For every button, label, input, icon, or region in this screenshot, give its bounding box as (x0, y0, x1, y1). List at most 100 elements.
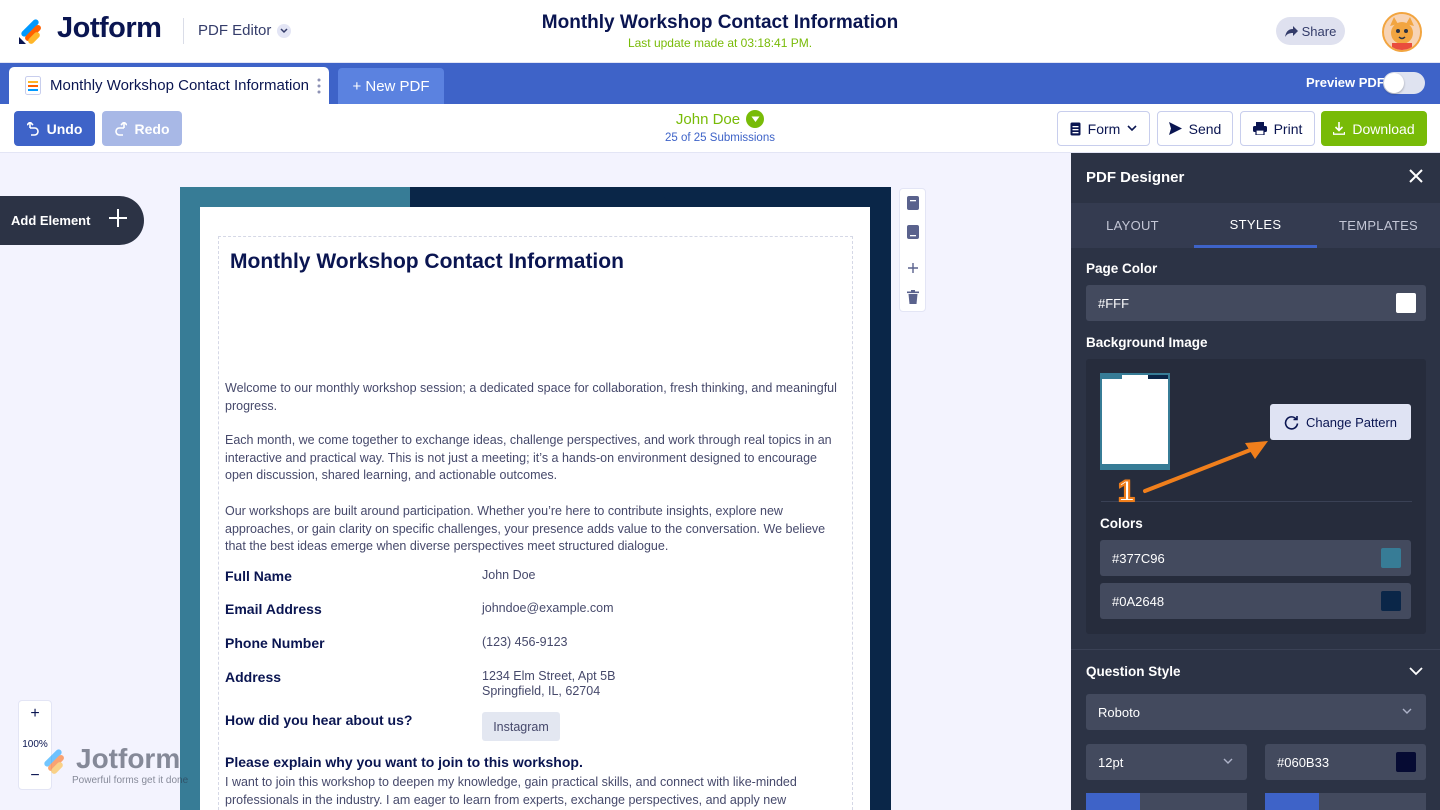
add-element-button[interactable]: Add Element (0, 196, 144, 245)
field-value-phone[interactable]: (123) 456-9123 (482, 635, 567, 650)
pattern-color-1-swatch[interactable] (1381, 548, 1401, 568)
more-options-icon[interactable] (317, 78, 321, 94)
field-label-email[interactable]: Email Address (225, 601, 322, 617)
section-divider (1071, 649, 1440, 650)
field-value-address-line1[interactable]: 1234 Elm Street, Apt 5B (482, 669, 615, 684)
page-color-field[interactable]: #FFF (1086, 285, 1426, 321)
pattern-color-2-value: #0A2648 (1112, 593, 1165, 609)
last-update-text: Last update made at 03:18:41 PM. (627, 36, 813, 50)
top-header: Jotform PDF Editor Monthly Workshop Cont… (0, 0, 1440, 63)
tab-styles[interactable]: STYLES (1194, 203, 1317, 248)
download-button[interactable]: Download (1321, 111, 1427, 146)
form-icon (1070, 122, 1081, 136)
form-label: Form (1087, 120, 1121, 137)
field-value-email[interactable]: johndoe@example.com (482, 601, 614, 616)
field-label-address[interactable]: Address (225, 669, 281, 685)
share-button[interactable]: Share (1276, 17, 1345, 45)
chevron-down-icon (1402, 708, 1412, 715)
field-label-full-name[interactable]: Full Name (225, 568, 292, 584)
download-label: Download (1352, 120, 1415, 137)
page-color-value: #FFF (1098, 295, 1130, 311)
document-tab-bar: Monthly Workshop Contact Information + N… (0, 63, 1440, 104)
designer-tabs: LAYOUT STYLES TEMPLATES (1071, 203, 1440, 248)
print-label: Print (1273, 120, 1303, 137)
tab-layout[interactable]: LAYOUT (1071, 203, 1194, 248)
share-label: Share (1301, 23, 1337, 39)
send-icon (1168, 122, 1182, 135)
zoom-in-button[interactable]: + (19, 705, 51, 723)
watermark-text: Jotform (76, 743, 181, 774)
document-title: Monthly Workshop Contact Information (541, 12, 899, 33)
page-color-label: Page Color (1086, 261, 1158, 276)
question-label[interactable]: Please explain why you want to join to t… (225, 754, 583, 770)
font-size-select[interactable]: 12pt (1086, 744, 1247, 780)
change-pattern-button[interactable]: Change Pattern (1270, 404, 1411, 440)
watermark-tagline: Powerful forms get it done (72, 775, 189, 786)
page-color-swatch[interactable] (1396, 293, 1416, 313)
chevron-down-icon (1223, 758, 1233, 765)
add-page-icon[interactable] (907, 262, 919, 274)
send-button[interactable]: Send (1157, 111, 1233, 146)
preview-pdf-toggle[interactable] (1383, 72, 1425, 94)
field-value-source-chip[interactable]: Instagram (482, 712, 560, 741)
tab-monthly-workshop[interactable]: Monthly Workshop Contact Information (9, 67, 329, 104)
align-other-buttons[interactable] (1319, 793, 1426, 810)
duplicate-page-icon[interactable] (907, 225, 919, 239)
text-color-value: #060B33 (1277, 754, 1330, 770)
question-style-label: Question Style (1086, 664, 1181, 679)
pattern-corner-right (662, 187, 891, 209)
question-answer[interactable]: I want to join this workshop to deepen m… (225, 774, 847, 810)
toggle-knob (1384, 73, 1404, 93)
panel-title: PDF Designer (1086, 169, 1185, 186)
tab-label: Monthly Workshop Contact Information (50, 77, 310, 94)
align-left-button[interactable] (1265, 793, 1319, 810)
pattern-color-2-field[interactable]: #0A2648 (1100, 583, 1411, 619)
pattern-corner-left (180, 187, 408, 209)
field-value-full-name[interactable]: John Doe (482, 568, 536, 583)
chevron-down-icon[interactable] (1409, 667, 1423, 676)
bold-button[interactable] (1086, 793, 1140, 810)
font-size-value: 12pt (1098, 754, 1124, 770)
pattern-color-1-value: #377C96 (1112, 550, 1165, 566)
download-icon (1333, 122, 1346, 135)
editor-toolbar: Undo Redo John Doe 25 of 25 Submissions … (0, 104, 1440, 153)
new-pdf-button[interactable]: + New PDF (338, 68, 444, 104)
intro-paragraph[interactable]: Each month, we come together to exchange… (225, 432, 847, 485)
refresh-icon (1284, 415, 1299, 430)
text-color-swatch[interactable] (1396, 752, 1416, 772)
intro-paragraph[interactable]: Welcome to our monthly workshop session;… (225, 380, 847, 415)
field-label-phone[interactable]: Phone Number (225, 635, 325, 651)
colors-label: Colors (1100, 516, 1143, 531)
pdf-file-icon (25, 76, 41, 95)
field-label-source[interactable]: How did you hear about us? (225, 712, 412, 728)
tab-templates[interactable]: TEMPLATES (1317, 203, 1440, 248)
submitter-name: John Doe (675, 110, 741, 128)
preview-pdf-label: Preview PDF (1306, 75, 1385, 90)
italic-underline-buttons[interactable] (1140, 793, 1247, 810)
send-label: Send (1188, 120, 1222, 137)
add-element-label: Add Element (11, 213, 91, 228)
close-icon[interactable] (1409, 169, 1423, 183)
page-settings-icon[interactable] (907, 196, 919, 210)
chevron-down-icon (1127, 125, 1137, 132)
intro-paragraph[interactable]: Our workshops are built around participa… (225, 503, 847, 556)
jotform-watermark-icon (40, 745, 70, 775)
delete-page-icon[interactable] (907, 290, 919, 304)
chevron-down-icon (746, 110, 765, 128)
pattern-color-2-swatch[interactable] (1381, 591, 1401, 611)
field-value-address-line2[interactable]: Springfield, IL, 62704 (482, 684, 600, 699)
page-side-tools (899, 188, 926, 312)
user-avatar[interactable] (1382, 12, 1422, 52)
font-family-value: Roboto (1098, 704, 1140, 720)
pattern-color-1-field[interactable]: #377C96 (1100, 540, 1411, 576)
text-color-field[interactable]: #060B33 (1265, 744, 1426, 780)
annotation-step-number: 1 (1117, 474, 1136, 509)
print-button[interactable]: Print (1240, 111, 1315, 146)
font-family-select[interactable]: Roboto (1086, 694, 1426, 730)
print-icon (1252, 122, 1267, 135)
form-dropdown-button[interactable]: Form (1057, 111, 1150, 146)
change-pattern-label: Change Pattern (1305, 414, 1398, 430)
plus-icon (108, 208, 128, 228)
background-image-label: Background Image (1086, 335, 1208, 350)
pdf-heading[interactable]: Monthly Workshop Contact Information (230, 250, 624, 274)
